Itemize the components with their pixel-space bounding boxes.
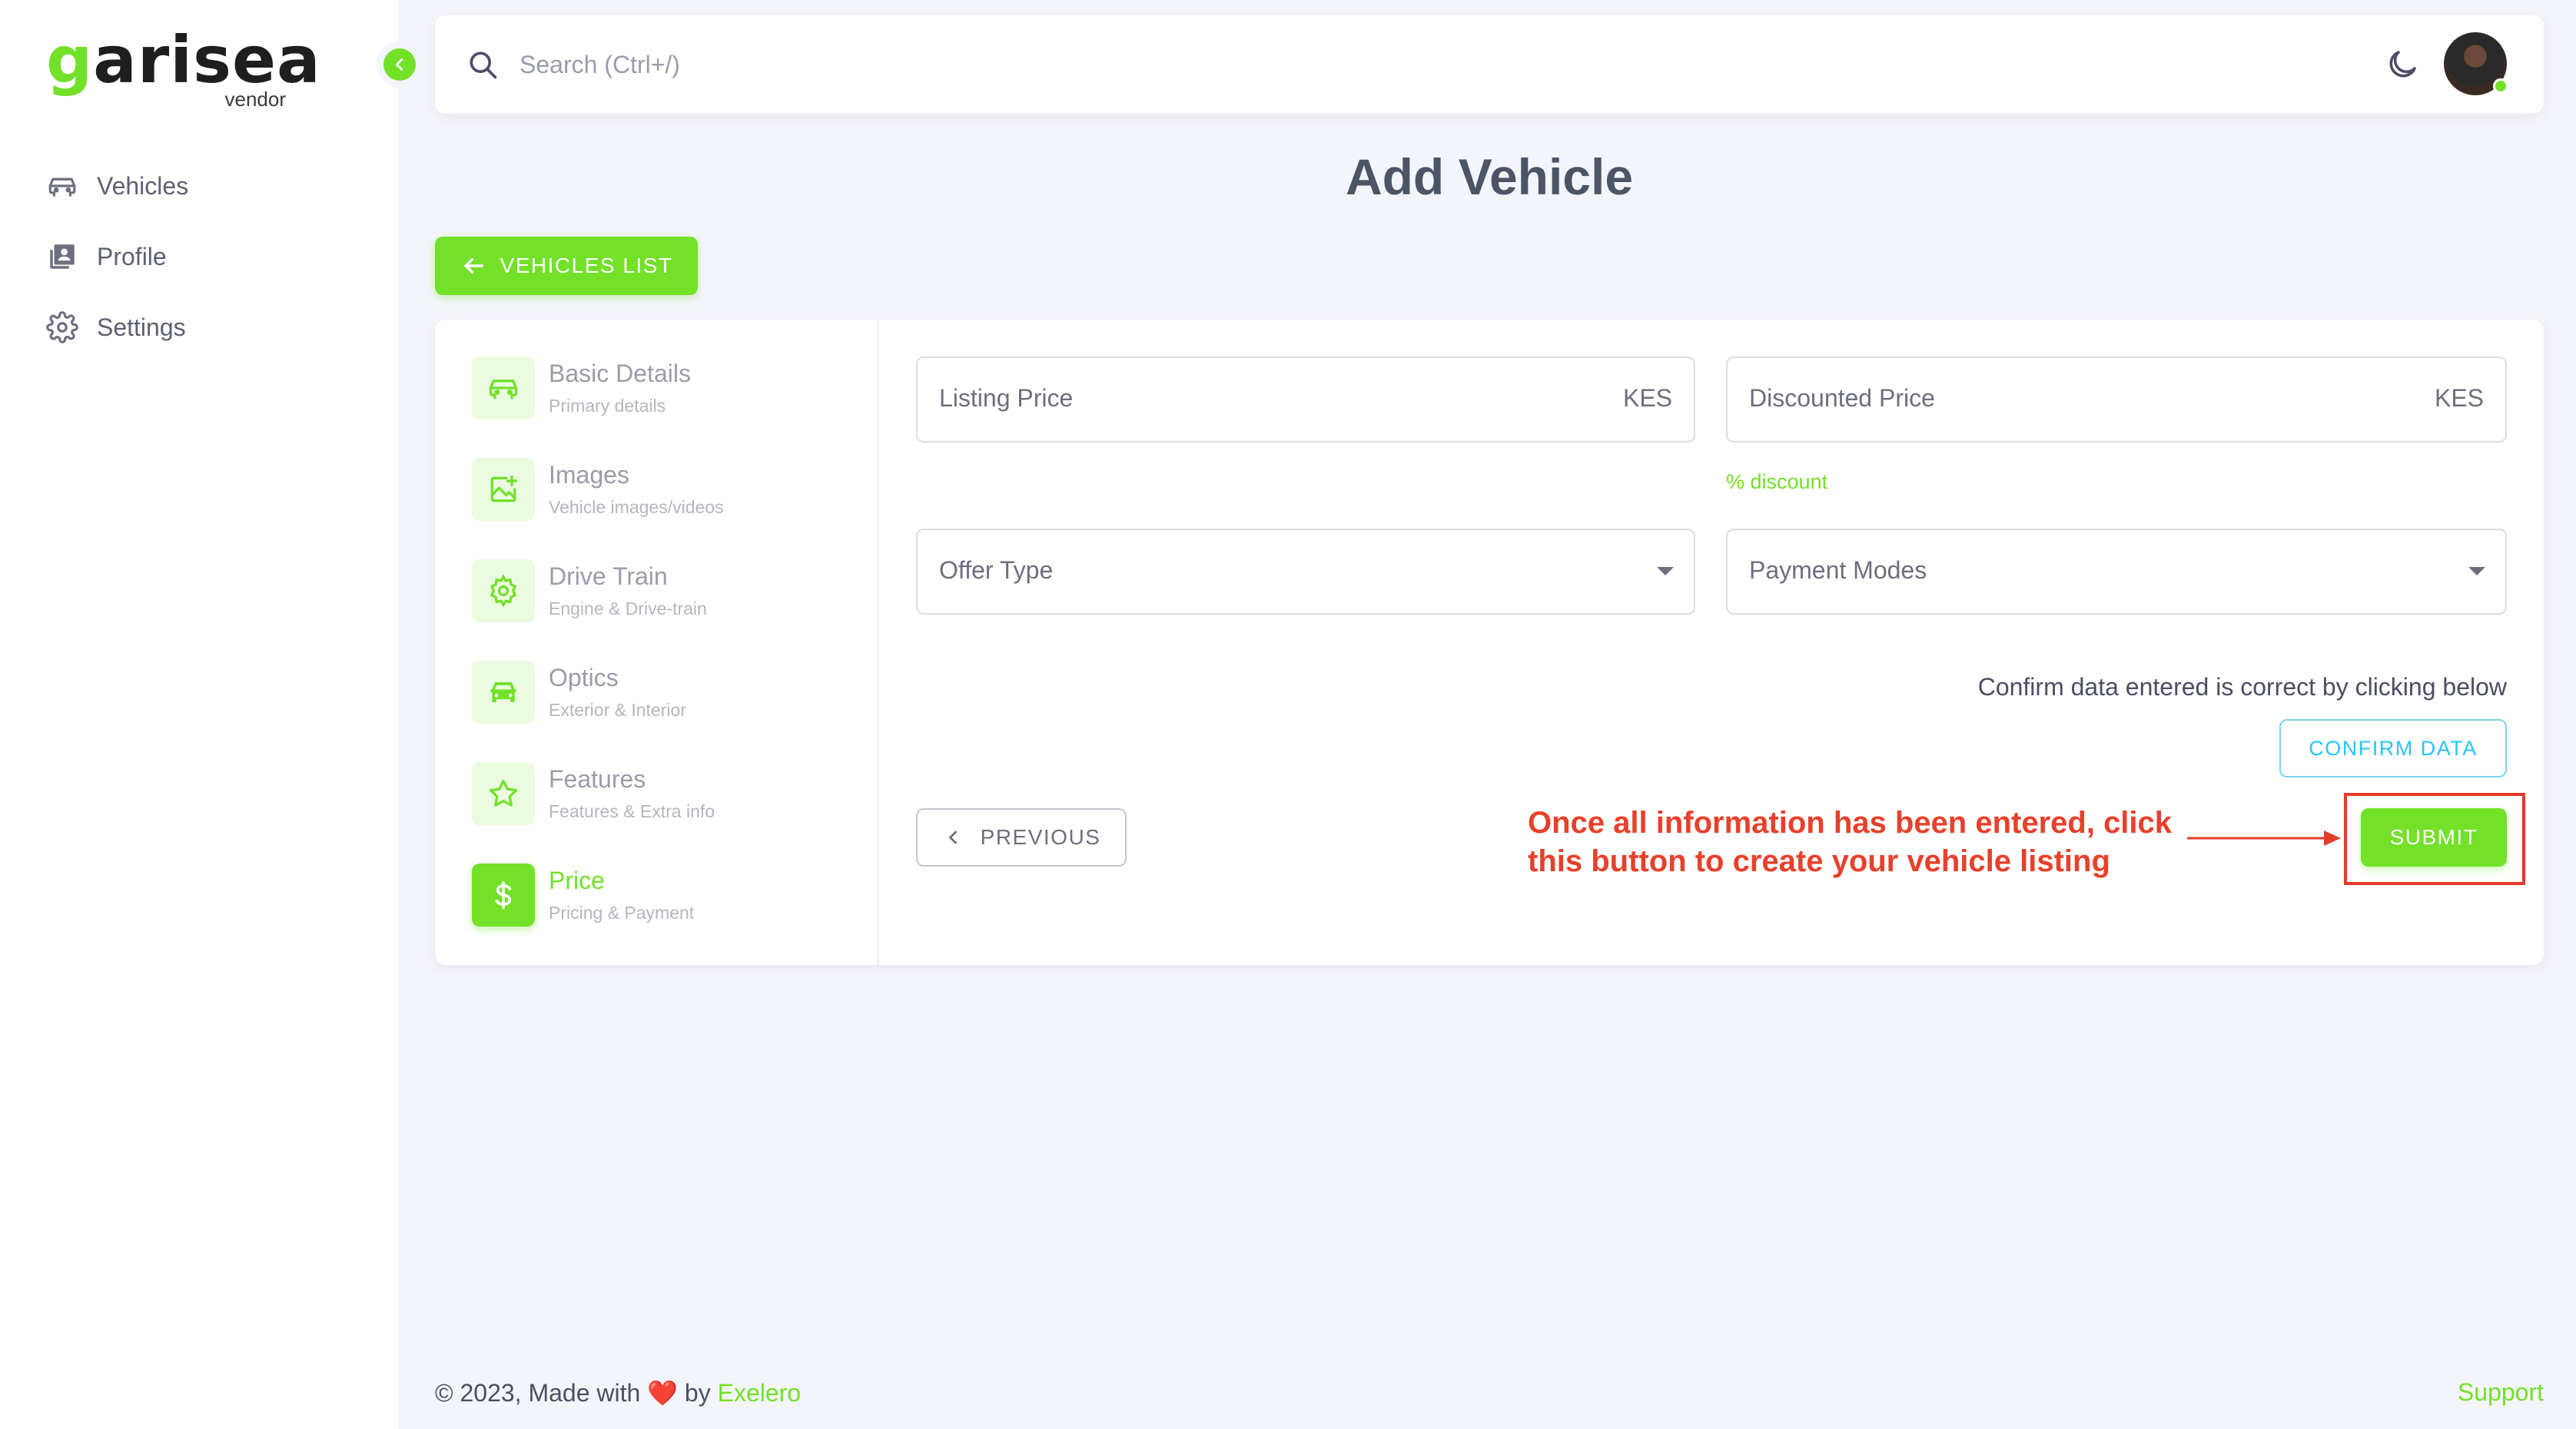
annotation-callout: Once all information has been entered, c… xyxy=(1528,804,2172,880)
sidebar-item-settings[interactable]: Settings xyxy=(46,292,188,363)
step-icon-box xyxy=(472,661,535,724)
step-icon-box xyxy=(472,864,535,927)
gear-icon xyxy=(490,574,517,608)
caret-down-icon xyxy=(1657,567,1674,575)
sidebar-item-label: Settings xyxy=(97,313,186,341)
discount-hint: % discount xyxy=(1726,470,1828,493)
stepper: Basic Details Primary details Images Vehic… xyxy=(435,320,879,965)
sidebar-item-label: Profile xyxy=(97,242,167,270)
support-link[interactable]: Support xyxy=(2458,1378,2544,1407)
chevron-left-icon xyxy=(395,58,403,71)
sidebar-item-label: Vehicles xyxy=(97,171,189,200)
step-images[interactable]: Images Vehicle images/videos xyxy=(472,458,724,521)
previous-button[interactable]: PREVIOUS xyxy=(916,808,1127,867)
submit-button[interactable]: SUBMIT xyxy=(2361,808,2507,867)
sidebar-item-profile[interactable]: Profile xyxy=(46,221,188,292)
sidebar-nav: Vehicles Profile Settings xyxy=(46,151,188,363)
page-title: Add Vehicle xyxy=(1345,148,1634,205)
step-title: Drive Train xyxy=(549,562,668,590)
step-icon-box xyxy=(472,356,535,419)
brand-logo[interactable]: garisea vendor xyxy=(46,22,321,115)
avatar[interactable] xyxy=(2444,32,2508,95)
profile-icon xyxy=(50,244,75,269)
step-subtitle: Engine & Drive-train xyxy=(549,598,707,618)
step-icon-box xyxy=(472,458,535,521)
annotation-arrow xyxy=(2187,831,2341,846)
caret-down-icon xyxy=(2468,567,2485,575)
brand-name: garisea xyxy=(46,22,321,98)
confirm-data-button[interactable]: CONFIRM DATA xyxy=(2279,719,2507,777)
company-link[interactable]: Exelero xyxy=(718,1379,802,1407)
step-features[interactable]: Features Features & Extra info xyxy=(472,762,715,825)
star-icon xyxy=(489,779,518,807)
payment-modes-label: Payment Modes xyxy=(1749,556,1927,584)
discounted-price-field[interactable]: Discounted Price KES xyxy=(1726,356,2507,443)
offer-type-label: Offer Type xyxy=(939,556,1054,584)
moon-icon[interactable] xyxy=(2384,46,2421,83)
step-title: Optics xyxy=(549,664,619,691)
step-icon-box xyxy=(472,559,535,622)
brand-subtitle: vendor xyxy=(224,88,287,111)
step-icon-box xyxy=(472,762,535,825)
step-subtitle: Pricing & Payment xyxy=(549,903,695,923)
discounted-price-label: Discounted Price xyxy=(1749,384,1935,412)
payment-modes-select[interactable]: Payment Modes xyxy=(1726,529,2507,615)
online-status-dot xyxy=(2493,78,2508,94)
annotation-line: this button to create your vehicle listi… xyxy=(1528,844,2110,878)
heart-icon: ❤️ xyxy=(647,1379,679,1407)
copyright-text: © 2023, Made with xyxy=(435,1379,641,1407)
by-text: by xyxy=(684,1379,711,1407)
step-title: Images xyxy=(549,461,629,489)
sidebar: garisea vendor Vehicles Profile Settings xyxy=(0,0,398,1429)
step-title: Price xyxy=(549,867,605,894)
listing-price-label: Listing Price xyxy=(939,384,1074,412)
step-drive-train[interactable]: Drive Train Engine & Drive-train xyxy=(472,559,707,622)
confirm-instruction: Confirm data entered is correct by click… xyxy=(1977,673,2507,701)
gear-icon xyxy=(46,311,78,343)
sidebar-collapse-button[interactable] xyxy=(377,41,423,88)
topbar xyxy=(435,15,2544,114)
image-add-icon xyxy=(490,475,518,502)
currency-suffix: KES xyxy=(1622,384,1672,412)
currency-suffix: KES xyxy=(2434,384,2484,412)
search-icon[interactable] xyxy=(466,48,500,81)
vehicles-list-label: VEHICLES LIST xyxy=(500,254,673,277)
step-subtitle: Primary details xyxy=(549,396,666,416)
arrow-left-icon xyxy=(463,257,483,274)
vehicles-list-button[interactable]: VEHICLES LIST xyxy=(435,237,698,295)
search-input[interactable] xyxy=(520,41,1288,88)
step-price[interactable]: Price Pricing & Payment xyxy=(472,864,694,927)
step-subtitle: Exterior & Interior xyxy=(549,700,686,720)
step-subtitle: Features & Extra info xyxy=(549,801,715,821)
step-basic-details[interactable]: Basic Details Primary details xyxy=(472,356,691,419)
sidebar-item-vehicles[interactable]: Vehicles xyxy=(46,151,188,221)
listing-price-field[interactable]: Listing Price KES xyxy=(916,356,1695,443)
step-subtitle: Vehicle images/videos xyxy=(549,497,724,517)
previous-label: PREVIOUS xyxy=(980,825,1101,849)
chevron-left-icon xyxy=(948,831,957,844)
dollar-icon xyxy=(495,880,512,910)
footer-copyright: © 2023, Made with ❤️ by Exelero xyxy=(435,1378,801,1407)
step-title: Basic Details xyxy=(549,360,691,387)
step-title: Features xyxy=(549,765,646,793)
step-optics[interactable]: Optics Exterior & Interior xyxy=(472,661,686,724)
car-icon xyxy=(48,177,76,197)
car-icon xyxy=(489,380,518,400)
annotation-line: Once all information has been entered, c… xyxy=(1528,806,2173,840)
offer-type-select[interactable]: Offer Type xyxy=(916,529,1695,615)
car-front-icon xyxy=(490,682,516,702)
